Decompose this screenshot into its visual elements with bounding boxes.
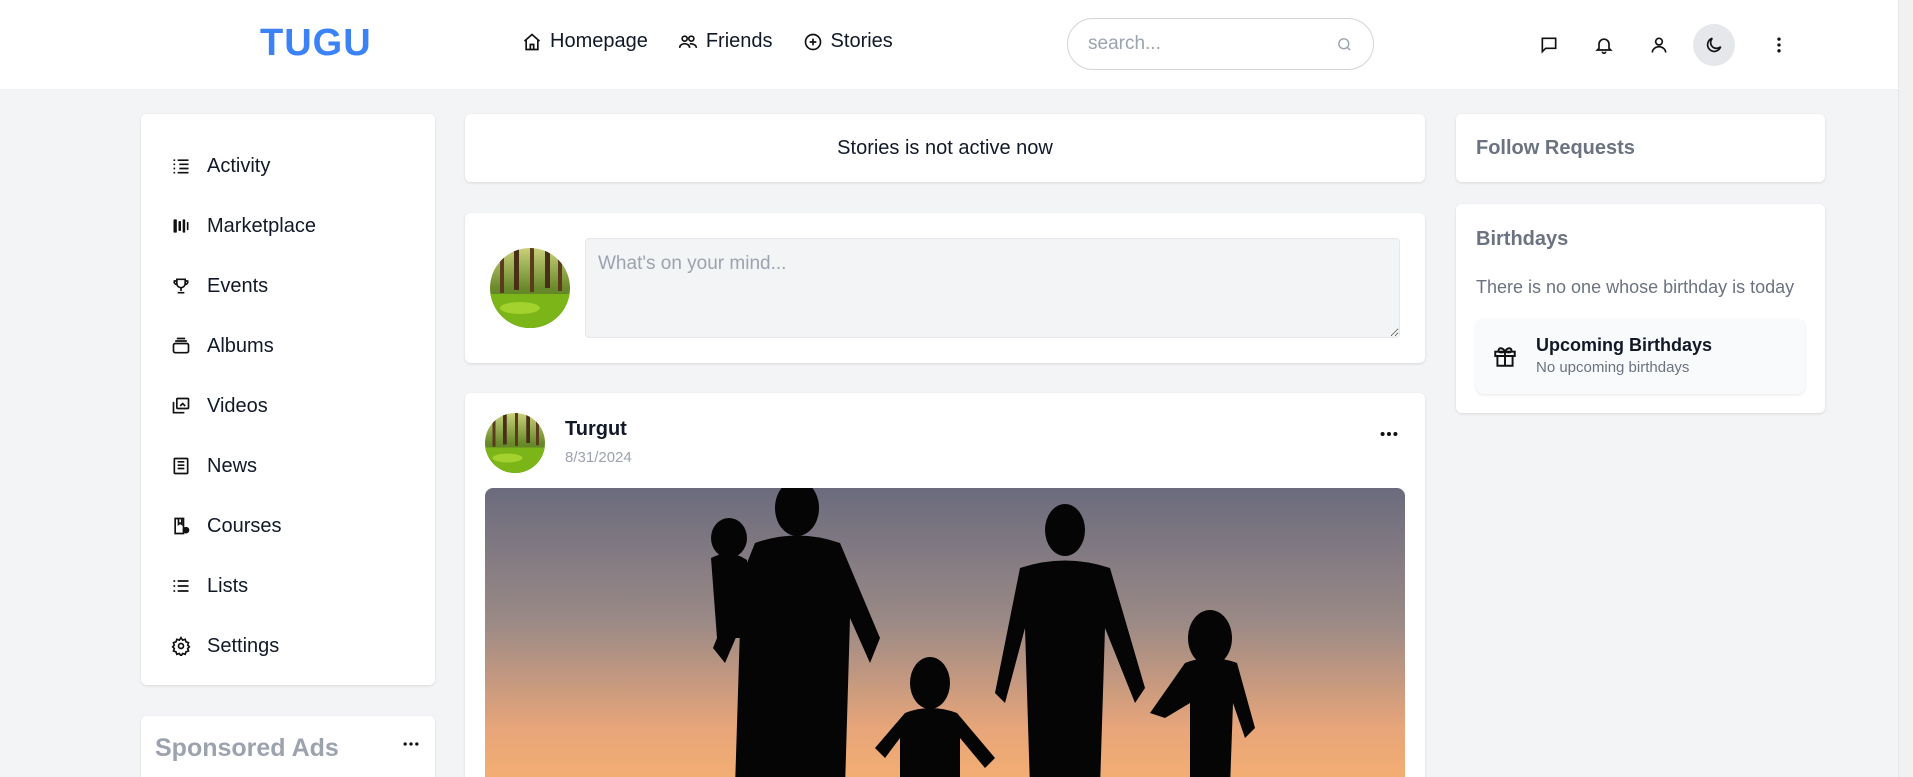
- news-icon: [173, 457, 189, 475]
- ads-more-button[interactable]: [401, 734, 421, 759]
- moon-icon: [1706, 37, 1722, 53]
- sidebar-item-label: Events: [207, 274, 269, 297]
- sidebar-item-activity[interactable]: Activity: [141, 136, 435, 196]
- activity-icon: [173, 159, 189, 174]
- gift-icon: [1494, 347, 1516, 367]
- post-composer: [465, 213, 1425, 363]
- nav-friends-label: Friends: [705, 30, 773, 52]
- upcoming-birthdays-title: Upcoming Birthdays: [1536, 335, 1713, 355]
- theme-toggle-button[interactable]: [1693, 24, 1735, 66]
- sidebar-item-label: Albums: [207, 334, 274, 357]
- post-author-name[interactable]: Turgut: [565, 418, 627, 441]
- sidebar-item-settings[interactable]: Settings: [141, 616, 435, 676]
- nav-homepage-label: Homepage: [550, 30, 648, 52]
- sponsored-ads-card: Sponsored Ads: [141, 716, 435, 777]
- stories-card: Stories is not active now: [465, 114, 1425, 182]
- user-icon: [1651, 37, 1667, 53]
- sponsored-ads-title: Sponsored Ads: [155, 734, 339, 762]
- follow-requests-title: Follow Requests: [1476, 136, 1635, 159]
- upcoming-birthdays-subtitle: No upcoming birthdays: [1536, 359, 1690, 376]
- birthdays-empty-text: There is no one whose birthday is today: [1476, 277, 1795, 297]
- post-date: 8/31/2024: [565, 449, 632, 466]
- post-card: Turgut 8/31/2024: [465, 393, 1425, 777]
- friends-icon: [678, 34, 698, 48]
- post-author-avatar[interactable]: [485, 413, 545, 473]
- videos-icon: [172, 397, 190, 414]
- header-actions: [1528, 24, 1800, 66]
- more-vertical-icon: [1777, 37, 1781, 53]
- sidebar-item-label: Settings: [207, 634, 280, 657]
- more-horizontal-icon: [403, 742, 419, 746]
- post-input[interactable]: [585, 238, 1400, 338]
- sidebar-item-label: Marketplace: [207, 214, 316, 237]
- stories-icon: [804, 33, 821, 50]
- search-box: [1067, 18, 1374, 70]
- gear-icon: [171, 636, 191, 656]
- bell-icon: [1595, 38, 1613, 55]
- trophy-icon: [173, 278, 189, 294]
- sidebar-item-marketplace[interactable]: Marketplace: [141, 196, 435, 256]
- top-bar: TUGU Homepage Friends Stories: [0, 0, 1898, 90]
- list-icon: [173, 580, 189, 592]
- sidebar-item-label: News: [207, 454, 258, 477]
- more-options-button[interactable]: [1758, 24, 1800, 66]
- sidebar-item-lists[interactable]: Lists: [141, 556, 435, 616]
- sidebar-item-label: Lists: [207, 574, 249, 597]
- post-image[interactable]: [485, 488, 1405, 777]
- sidebar-item-courses[interactable]: Courses: [141, 496, 435, 556]
- birthdays-title: Birthdays: [1476, 228, 1569, 250]
- page-scrollbar[interactable]: [1898, 0, 1913, 777]
- main-nav: Homepage Friends Stories: [522, 30, 893, 53]
- marketplace-icon: [173, 219, 189, 233]
- courses-icon: [174, 517, 190, 535]
- sidebar-item-albums[interactable]: Albums: [141, 316, 435, 376]
- post-options-button[interactable]: [1378, 423, 1400, 450]
- follow-requests-card: Follow Requests: [1456, 114, 1825, 182]
- sidebar-item-videos[interactable]: Videos: [141, 376, 435, 436]
- birthdays-card: Birthdays There is no one whose birthday…: [1456, 204, 1825, 413]
- nav-stories-label: Stories: [830, 30, 893, 52]
- logo[interactable]: TUGU: [260, 22, 372, 65]
- sidebar-item-label: Courses: [207, 514, 282, 537]
- sidebar-item-label: Activity: [207, 154, 271, 177]
- search-icon[interactable]: [1336, 36, 1353, 53]
- profile-button[interactable]: [1638, 24, 1680, 66]
- albums-icon: [172, 337, 190, 354]
- sidebar-item-label: Videos: [207, 394, 268, 417]
- sidebar-menu: Activity Marketplace Events Albums Video…: [141, 114, 435, 685]
- nav-stories[interactable]: Stories: [803, 30, 893, 53]
- search-input[interactable]: [1088, 33, 1336, 55]
- more-horizontal-icon: [1380, 431, 1398, 437]
- chat-icon: [1541, 37, 1557, 54]
- messages-button[interactable]: [1528, 24, 1570, 66]
- notifications-button[interactable]: [1583, 24, 1625, 66]
- avatar[interactable]: [490, 248, 570, 328]
- nav-homepage[interactable]: Homepage: [522, 30, 648, 53]
- upcoming-birthdays-box[interactable]: Upcoming Birthdays No upcoming birthdays: [1476, 319, 1805, 394]
- sidebar-item-news[interactable]: News: [141, 436, 435, 496]
- nav-friends[interactable]: Friends: [678, 30, 773, 53]
- sidebar-item-events[interactable]: Events: [141, 256, 435, 316]
- stories-status: Stories is not active now: [837, 136, 1053, 159]
- home-icon: [523, 32, 541, 50]
